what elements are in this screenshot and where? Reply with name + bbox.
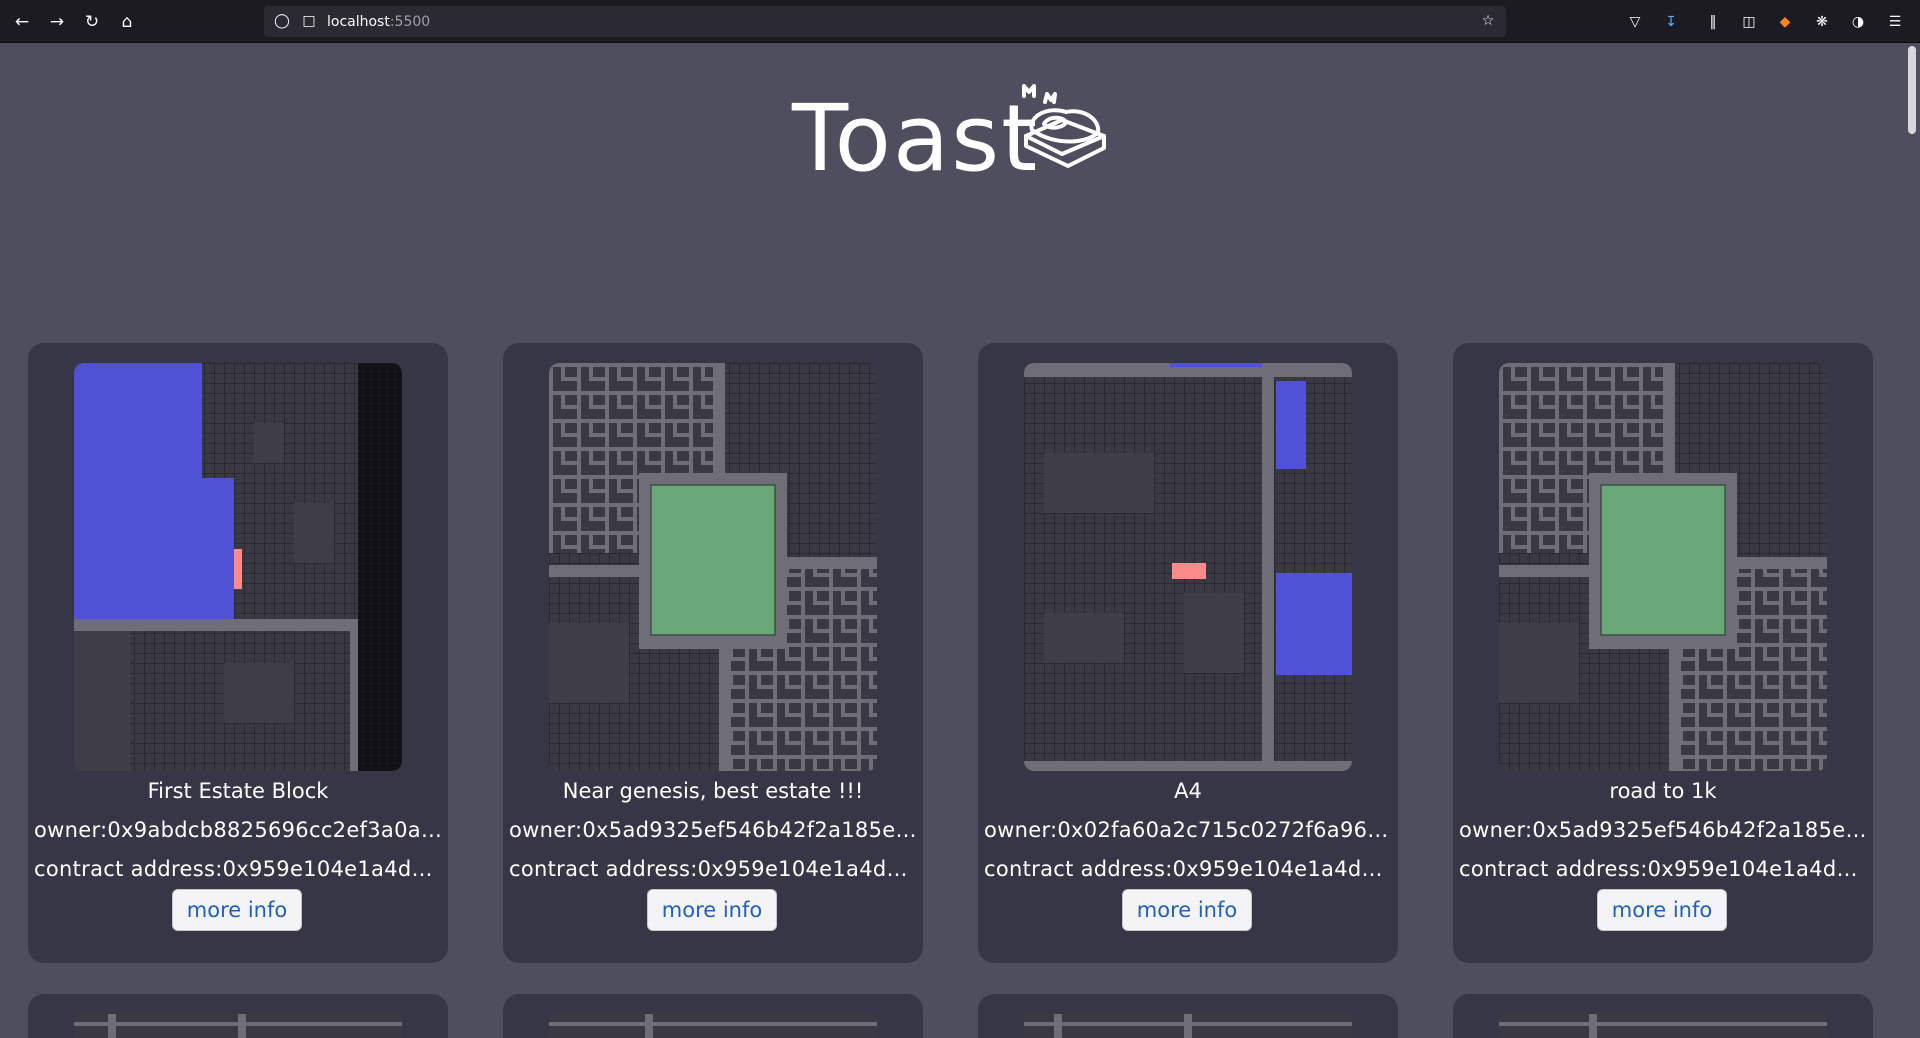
estate-card: road to 1k owner:0x5ad9325ef546b42f2a185…	[1453, 343, 1873, 963]
estate-title: road to 1k	[1609, 779, 1717, 803]
back-icon[interactable]: ←	[11, 11, 33, 33]
estate-card: Near genesis, best estate !!! owner:0x5a…	[503, 343, 923, 963]
estate-map-thumbnail[interactable]	[74, 363, 402, 771]
estate-card	[1453, 994, 1873, 1038]
estate-card	[978, 994, 1398, 1038]
estate-map-thumbnail[interactable]	[74, 1014, 402, 1038]
estate-map-thumbnail[interactable]	[1024, 1014, 1352, 1038]
menu-icon[interactable]: ☰	[1884, 11, 1906, 33]
estate-card	[28, 994, 448, 1038]
url-text[interactable]: localhost:5500	[327, 12, 430, 32]
extension-icon[interactable]: ❋	[1811, 11, 1833, 33]
estate-contract-address: contract address:0x959e104e1a4db63...	[34, 857, 442, 881]
url-host: localhost	[327, 14, 390, 30]
toast-logo-icon	[1022, 84, 1106, 168]
estate-map-thumbnail[interactable]	[1024, 363, 1352, 771]
more-info-button[interactable]: more info	[647, 889, 777, 931]
forward-icon[interactable]: →	[46, 11, 68, 33]
estate-map-thumbnail[interactable]	[549, 1014, 877, 1038]
estate-card	[503, 994, 923, 1038]
shield-icon[interactable]: ◯	[272, 11, 292, 31]
home-icon[interactable]: ⌂	[116, 11, 138, 33]
estate-title: A4	[1174, 779, 1202, 803]
estate-contract-address: contract address:0x959e104e1a4db63...	[509, 857, 917, 881]
estate-map-thumbnail[interactable]	[1499, 1014, 1827, 1038]
estate-owner: owner:0x5ad9325ef546b42f2a185e270...	[1459, 818, 1867, 842]
star-icon[interactable]: ☆	[1478, 11, 1498, 31]
estate-map-thumbnail[interactable]	[1499, 363, 1827, 771]
estate-card: First Estate Block owner:0x9abdcb8825696…	[28, 343, 448, 963]
more-info-button[interactable]: more info	[1122, 889, 1252, 931]
estate-contract-address: contract address:0x959e104e1a4db63...	[1459, 857, 1867, 881]
url-port: :5500	[389, 14, 431, 30]
sidebar-icon[interactable]: ◫	[1738, 11, 1760, 33]
more-info-button[interactable]: more info	[1597, 889, 1727, 931]
site-title: Toast	[792, 85, 1040, 192]
metamask-icon[interactable]: ◆	[1774, 11, 1796, 33]
scrollbar-thumb[interactable]	[1908, 46, 1916, 134]
estate-owner: owner:0x02fa60a2c715c0272f6a96a70...	[984, 818, 1392, 842]
estate-owner: owner:0x9abdcb8825696cc2ef3a0a955...	[34, 818, 442, 842]
site-header: Toast	[0, 44, 1905, 204]
download-icon[interactable]: ↧	[1660, 11, 1682, 33]
pocket-icon[interactable]: ▽	[1624, 11, 1646, 33]
more-info-button[interactable]: more info	[172, 889, 302, 931]
page-icon: □	[302, 13, 316, 29]
url-bar[interactable]: ◯ □ localhost:5500 ☆	[264, 6, 1506, 37]
incognito-icon[interactable]: ◑	[1847, 11, 1869, 33]
estate-contract-address: contract address:0x959e104e1a4db63...	[984, 857, 1392, 881]
estate-title: First Estate Block	[147, 779, 329, 803]
estate-map-thumbnail[interactable]	[549, 363, 877, 771]
page-content: Toast First Estate Block owner:0x9abdcb8…	[0, 44, 1905, 1038]
scrollbar[interactable]	[1905, 44, 1920, 1038]
browser-toolbar: ← → ↻ ⌂ ◯ □ localhost:5500 ☆ ▽ ↧ ‖ ◫ ◆ ❋…	[0, 0, 1920, 43]
library-icon[interactable]: ‖	[1702, 11, 1724, 33]
estate-title: Near genesis, best estate !!!	[562, 779, 864, 803]
estate-owner: owner:0x5ad9325ef546b42f2a185e270...	[509, 818, 917, 842]
estate-card: A4 owner:0x02fa60a2c715c0272f6a96a70... …	[978, 343, 1398, 963]
reload-icon[interactable]: ↻	[81, 11, 103, 33]
